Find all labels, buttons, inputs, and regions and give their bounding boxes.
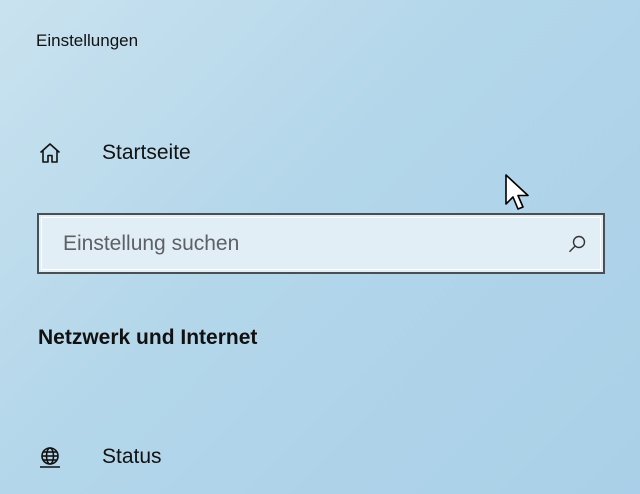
window-title: Einstellungen — [36, 31, 139, 50]
section-title: Netzwerk und Internet — [38, 326, 258, 349]
search-input[interactable] — [39, 215, 565, 272]
nav-item-status-label: Status — [102, 445, 162, 468]
mouse-cursor-icon — [505, 174, 529, 210]
nav-item-home-label: Startseite — [102, 141, 191, 164]
globe-icon — [36, 443, 64, 471]
nav-item-home[interactable]: Startseite — [36, 135, 191, 171]
search-icon[interactable] — [565, 232, 589, 256]
search-box[interactable] — [37, 213, 605, 274]
nav-item-status[interactable]: Status — [36, 439, 162, 475]
home-icon — [36, 139, 64, 167]
